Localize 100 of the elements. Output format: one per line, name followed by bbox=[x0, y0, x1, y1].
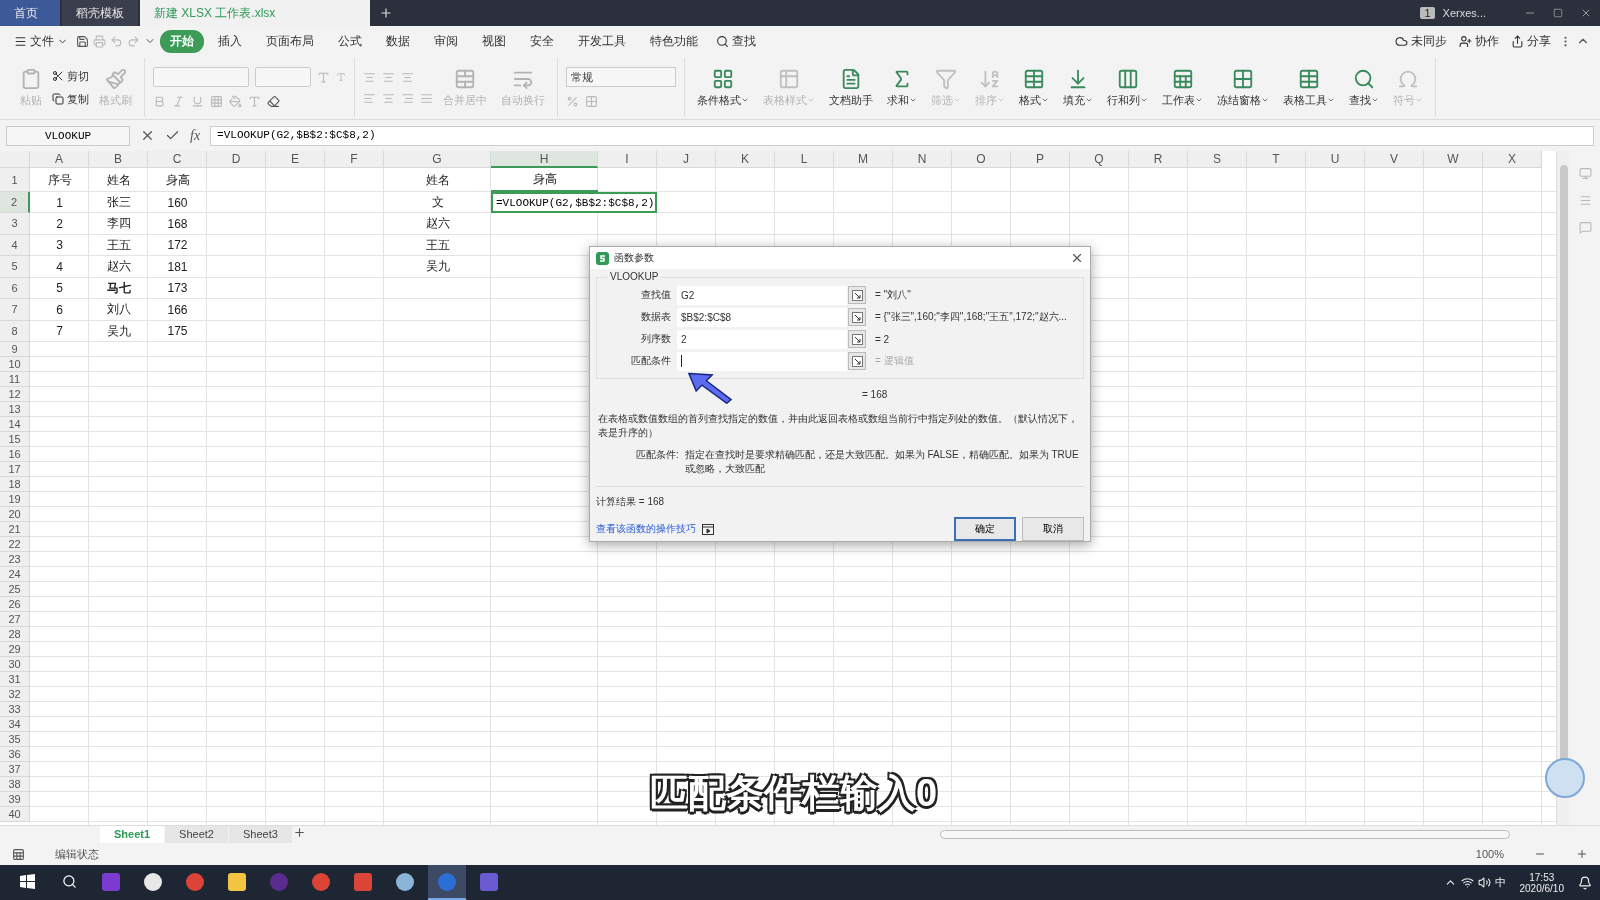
ok-button[interactable]: 确定 bbox=[954, 517, 1016, 541]
column-header[interactable]: T bbox=[1247, 151, 1306, 168]
column-header[interactable]: H bbox=[491, 151, 598, 168]
argument-field[interactable] bbox=[677, 351, 847, 371]
column-header[interactable]: J bbox=[657, 151, 716, 168]
column-header[interactable]: B bbox=[89, 151, 148, 168]
range-picker-button[interactable] bbox=[848, 330, 866, 348]
font-color-icon[interactable] bbox=[248, 95, 261, 108]
side-panel-icon[interactable] bbox=[1578, 167, 1592, 180]
row-header[interactable]: 26 bbox=[0, 597, 30, 612]
italic-icon[interactable] bbox=[172, 95, 185, 108]
help-link[interactable]: 查看该函数的操作技巧 bbox=[596, 522, 696, 536]
fill-color-icon[interactable] bbox=[229, 95, 242, 108]
notification-icon[interactable] bbox=[1578, 875, 1592, 890]
formula-field[interactable]: =VLOOKUP(G2,$B$2:$C$8,2) bbox=[210, 125, 1594, 146]
ribbon-tab[interactable]: 安全 bbox=[520, 29, 564, 53]
ribbon-tab[interactable]: 开发工具 bbox=[568, 29, 636, 53]
row-header[interactable]: 8 bbox=[0, 320, 30, 342]
scrollbar[interactable] bbox=[1556, 151, 1570, 825]
ribbon-tool-button[interactable]: 文档助手 bbox=[825, 65, 877, 110]
ribbon-tab[interactable]: 数据 bbox=[376, 29, 420, 53]
row-header[interactable]: 14 bbox=[0, 417, 30, 432]
cell-input[interactable]: =VLOOKUP(G2,$B$2:$C$8,2) bbox=[491, 192, 657, 213]
search-button[interactable]: 查找 bbox=[712, 30, 760, 52]
row-header[interactable]: 9 bbox=[0, 342, 30, 357]
column-header[interactable]: E bbox=[266, 151, 325, 168]
row-header[interactable]: 5 bbox=[0, 256, 30, 278]
column-header[interactable]: N bbox=[893, 151, 952, 168]
cut-button[interactable]: 剪切 bbox=[52, 68, 89, 84]
justify-icon[interactable] bbox=[420, 91, 433, 105]
ribbon-tool-button[interactable]: 表格工具 bbox=[1279, 65, 1339, 110]
ribbon-tool-button[interactable]: 格式 bbox=[1015, 65, 1053, 110]
column-header[interactable]: I bbox=[598, 151, 657, 168]
range-picker-button[interactable] bbox=[848, 352, 866, 370]
font-size-field[interactable] bbox=[255, 67, 311, 87]
ribbon-tab[interactable]: 公式 bbox=[328, 29, 372, 53]
ribbon-tool-button[interactable]: 查找 bbox=[1345, 65, 1383, 110]
row-header[interactable]: 17 bbox=[0, 462, 30, 477]
column-header[interactable]: G bbox=[384, 151, 491, 168]
font-shrink-icon[interactable] bbox=[336, 72, 346, 82]
row-header[interactable]: 25 bbox=[0, 582, 30, 597]
column-header[interactable]: A bbox=[30, 151, 89, 168]
ribbon-tab[interactable]: 视图 bbox=[472, 29, 516, 53]
row-header[interactable]: 11 bbox=[0, 372, 30, 387]
bold-icon[interactable] bbox=[153, 95, 166, 108]
ribbon-tool-button[interactable]: 冻结窗格 bbox=[1213, 65, 1273, 110]
side-panel-icon[interactable] bbox=[1578, 194, 1592, 207]
border-icon[interactable] bbox=[210, 95, 223, 108]
zoom-in-icon[interactable] bbox=[1576, 848, 1588, 860]
cancel-button[interactable]: 取消 bbox=[1022, 517, 1084, 541]
row-header[interactable]: 3 bbox=[0, 213, 30, 235]
align-left-icon[interactable] bbox=[363, 91, 376, 105]
align-center-icon[interactable] bbox=[382, 91, 395, 105]
number-format-dropdown[interactable]: 常规 bbox=[566, 67, 676, 87]
row-header[interactable]: 2 bbox=[0, 192, 30, 213]
align-bottom-icon[interactable] bbox=[401, 70, 414, 84]
row-header[interactable]: 34 bbox=[0, 717, 30, 732]
ribbon-tab[interactable]: 页面布局 bbox=[256, 29, 324, 53]
document-tab[interactable]: 首页 bbox=[0, 0, 60, 26]
row-header[interactable]: 21 bbox=[0, 522, 30, 537]
row-header[interactable]: 16 bbox=[0, 447, 30, 462]
row-header[interactable]: 24 bbox=[0, 567, 30, 582]
zoom-level[interactable]: 100% bbox=[1475, 848, 1504, 860]
row-header[interactable]: 39 bbox=[0, 792, 30, 807]
row-header[interactable]: 18 bbox=[0, 477, 30, 492]
volume-icon[interactable] bbox=[1477, 876, 1491, 889]
file-menu[interactable]: 文件 bbox=[10, 30, 72, 52]
column-header[interactable]: K bbox=[716, 151, 775, 168]
side-panel-icon[interactable] bbox=[1578, 221, 1592, 234]
row-header[interactable]: 33 bbox=[0, 702, 30, 717]
argument-field[interactable]: $B$2:$C$8 bbox=[677, 307, 847, 327]
ribbon-tab[interactable]: 特色功能 bbox=[640, 29, 708, 53]
row-header[interactable]: 29 bbox=[0, 642, 30, 657]
font-name-field[interactable] bbox=[153, 67, 249, 87]
row-header[interactable]: 36 bbox=[0, 747, 30, 762]
column-header[interactable]: X bbox=[1483, 151, 1542, 168]
row-header[interactable]: 28 bbox=[0, 627, 30, 642]
ribbon-tab[interactable]: 插入 bbox=[208, 29, 252, 53]
column-header[interactable]: W bbox=[1424, 151, 1483, 168]
ribbon-tool-button[interactable]: 求和 bbox=[883, 65, 921, 110]
row-header[interactable]: 35 bbox=[0, 732, 30, 747]
underline-icon[interactable] bbox=[191, 95, 204, 108]
document-tab[interactable]: 稻壳模板 bbox=[62, 0, 138, 26]
column-header[interactable]: P bbox=[1011, 151, 1070, 168]
row-header[interactable]: 32 bbox=[0, 687, 30, 702]
insert-function-button[interactable]: fx bbox=[190, 127, 201, 144]
user-name[interactable]: Xerxes... bbox=[1442, 7, 1486, 19]
column-header[interactable]: S bbox=[1188, 151, 1247, 168]
row-header[interactable]: 1 bbox=[0, 168, 30, 192]
ribbon-tab[interactable]: 审阅 bbox=[424, 29, 468, 53]
column-header[interactable]: C bbox=[148, 151, 207, 168]
row-header[interactable]: 15 bbox=[0, 432, 30, 447]
font-grow-icon[interactable] bbox=[317, 70, 330, 84]
argument-field[interactable]: G2 bbox=[677, 285, 847, 305]
network-icon[interactable] bbox=[1460, 876, 1474, 889]
row-header[interactable]: 38 bbox=[0, 777, 30, 792]
share-button[interactable]: 分享 bbox=[1507, 30, 1555, 52]
cancel-icon[interactable] bbox=[140, 128, 155, 143]
row-header[interactable]: 40 bbox=[0, 807, 30, 822]
sheet-tab[interactable]: Sheet1 bbox=[100, 826, 165, 843]
